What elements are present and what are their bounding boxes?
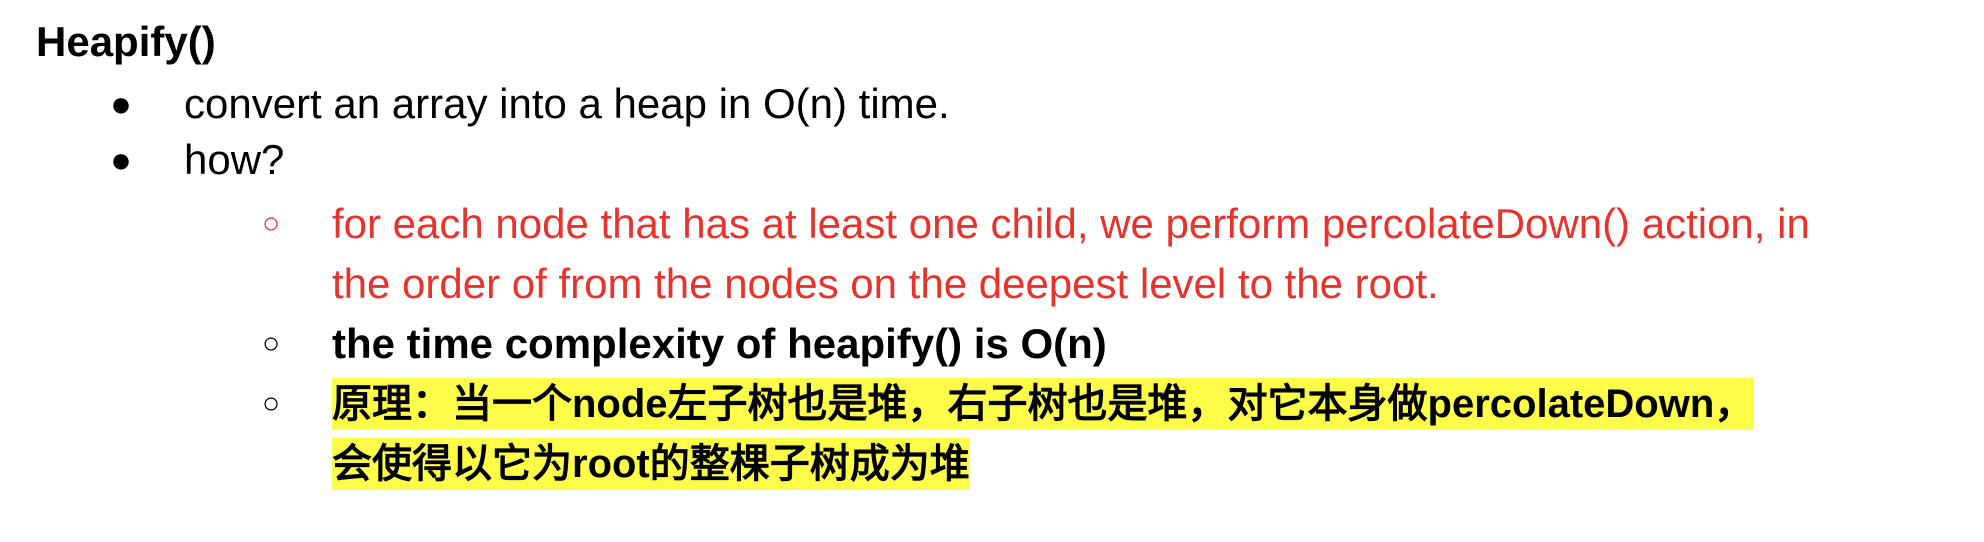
document-page: Heapify() ● convert an array into a heap… [0, 0, 1984, 542]
text-line: the order of from the nodes on the deepe… [332, 260, 1439, 307]
highlighted-text-line: 原理：当一个node左子树也是堆，右子树也是堆，对它本身做percolateDo… [332, 374, 1972, 434]
highlighted-text-line: 会使得以它为root的整棵子树成为堆 [332, 434, 1972, 494]
sub-bullet-text-principle: 原理：当一个node左子树也是堆，右子树也是堆，对它本身做percolateDo… [332, 374, 1972, 494]
hollow-bullet-icon: ○ [261, 207, 281, 240]
bullet-text: convert an array into a heap in O(n) tim… [184, 80, 950, 127]
bullet-text: how? [184, 136, 285, 183]
filled-bullet-icon: ● [110, 139, 132, 180]
highlighted-text: 原理：当一个node左子树也是堆，右子树也是堆，对它本身做percolateDo… [332, 378, 1755, 430]
hollow-bullet-icon: ○ [261, 327, 281, 360]
hollow-bullet-icon: ○ [261, 387, 281, 420]
text-line: for each node that has at least one chil… [332, 200, 1810, 247]
sub-bullet-text-procedure: for each node that has at least one chil… [332, 194, 1972, 314]
filled-bullet-icon: ● [110, 83, 132, 124]
highlighted-text: 会使得以它为root的整棵子树成为堆 [332, 438, 970, 490]
section-heading: Heapify() [36, 18, 216, 65]
sub-bullet-text-complexity: the time complexity of heapify() is O(n) [332, 320, 1107, 367]
